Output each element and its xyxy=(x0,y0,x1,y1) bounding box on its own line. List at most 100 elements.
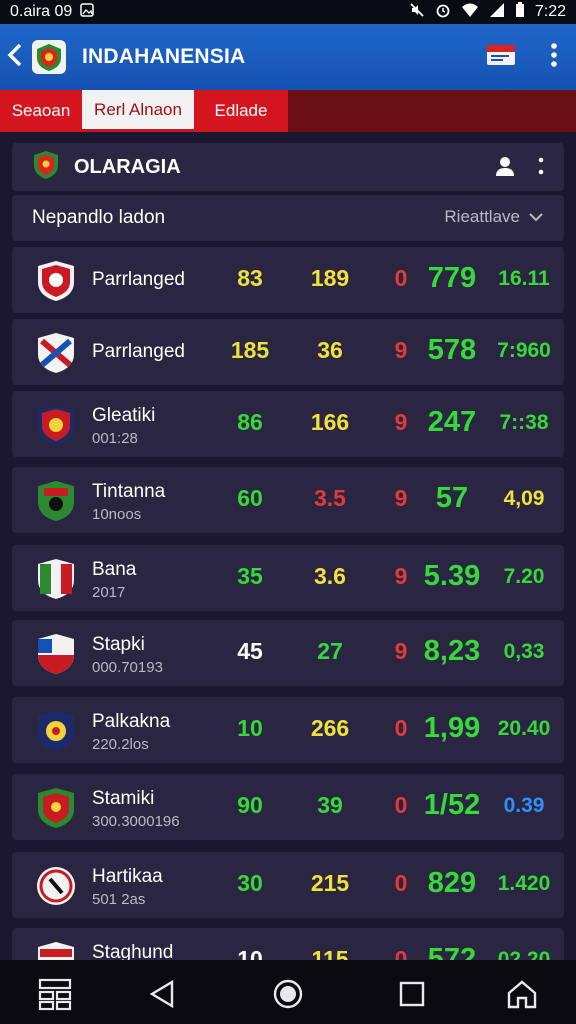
stat-1: 86 xyxy=(237,409,263,435)
stat-1: 30 xyxy=(237,870,263,896)
team-name: Tintanna xyxy=(92,481,166,502)
wifi-icon xyxy=(461,2,479,23)
team-subtext: 10noos xyxy=(92,506,142,523)
team-name: Stapki xyxy=(92,634,145,655)
stat-5: 16.11 xyxy=(498,267,550,290)
more-vertical-icon[interactable] xyxy=(550,42,558,73)
filter-bar: Nepandlo ladon Rieattlave xyxy=(12,195,564,241)
stat-1: 60 xyxy=(237,485,263,511)
stat-3: 0 xyxy=(394,792,408,818)
signal-icon xyxy=(489,2,505,23)
team-badge-icon xyxy=(36,787,76,829)
team-badge-icon xyxy=(36,332,76,374)
league-more-icon[interactable] xyxy=(538,156,544,181)
image-icon xyxy=(80,2,95,22)
stat-5: 0,33 xyxy=(503,640,545,663)
table-row[interactable]: Hartikaa 501 2as 30 215 0 829 1.420 xyxy=(12,852,564,918)
bottom-navigation xyxy=(0,960,576,1024)
tab-season[interactable]: Seaoan xyxy=(0,90,82,132)
alarm-icon xyxy=(435,2,451,23)
team-badge-icon xyxy=(36,558,76,600)
tab-label: Edlade xyxy=(214,101,268,120)
table-row[interactable]: Parrlanged 83 189 0 779 16.11 xyxy=(12,247,564,313)
stat-3: 0 xyxy=(394,265,408,291)
stat-1: 10 xyxy=(237,715,263,741)
table-row[interactable]: Stamiki 300.3000196 90 39 0 1/52 0.39 xyxy=(12,774,564,840)
team-badge-icon xyxy=(36,404,76,446)
team-crest-icon xyxy=(32,40,66,74)
stat-3: 9 xyxy=(394,485,408,511)
team-badge-icon xyxy=(36,480,76,522)
back-icon[interactable] xyxy=(6,41,28,74)
battery-icon xyxy=(515,1,525,23)
stat-2: 3.6 xyxy=(314,563,346,589)
tab-label: Rerl Alnaon xyxy=(94,99,182,119)
team-name: Palkakna xyxy=(92,711,171,732)
stat-3: 9 xyxy=(394,337,408,363)
app-bar: INDAHANENSIA xyxy=(0,24,576,90)
table-row[interactable]: Tintanna 10noos 60 3.5 9 57 4,09 xyxy=(12,467,564,533)
stat-5: 20.40 xyxy=(497,717,551,740)
stat-1: 90 xyxy=(237,792,263,818)
team-name: Hartikaa xyxy=(92,866,163,887)
flag-icon[interactable] xyxy=(486,43,516,72)
tab-label: Seaoan xyxy=(11,101,71,120)
stat-4: 57 xyxy=(435,482,469,514)
back-triangle-icon[interactable] xyxy=(142,974,182,1014)
stat-5: 4,09 xyxy=(503,487,545,510)
table-row[interactable]: Gleatiki 001:28 86 166 9 247 7::38 xyxy=(12,391,564,457)
stat-2: 266 xyxy=(310,715,350,741)
tab-edlade[interactable]: Edlade xyxy=(194,90,288,132)
stat-3: 0 xyxy=(394,715,408,741)
chevron-down-icon xyxy=(528,207,544,227)
stat-4: 1/52 xyxy=(423,789,481,821)
stat-4: 5.39 xyxy=(423,560,481,592)
stat-5: 1.420 xyxy=(497,872,551,895)
house-icon[interactable] xyxy=(502,974,542,1014)
team-subtext: 501 2as xyxy=(92,891,146,908)
stat-1: 45 xyxy=(237,638,263,664)
team-subtext: 000.70193 xyxy=(92,659,163,676)
tab-selected[interactable]: Rerl Alnaon xyxy=(82,90,194,132)
team-name: Parrlanged xyxy=(92,341,185,362)
team-subtext: 001:28 xyxy=(92,430,138,447)
league-crest-icon xyxy=(32,150,60,185)
league-title: OLARAGIA xyxy=(74,155,181,178)
stat-4: 779 xyxy=(427,262,477,294)
stat-4: 578 xyxy=(427,334,477,366)
stat-2: 166 xyxy=(310,409,350,435)
status-time: 7:22 xyxy=(534,3,566,20)
table-row[interactable]: Parrlanged 185 36 9 578 7:960 xyxy=(12,319,564,385)
team-name: Parrlanged xyxy=(92,269,185,290)
stat-5: 0.39 xyxy=(503,794,545,817)
stat-2: 36 xyxy=(317,337,343,363)
team-name: Bana xyxy=(92,559,137,580)
recents-square-icon[interactable] xyxy=(392,974,432,1014)
home-circle-icon[interactable] xyxy=(268,974,308,1014)
stat-1: 83 xyxy=(237,265,263,291)
stat-2: 3.5 xyxy=(314,485,346,511)
app-title: INDAHANENSIA xyxy=(82,45,246,68)
sort-dropdown[interactable]: Rieattlave xyxy=(444,207,544,227)
user-icon[interactable] xyxy=(494,155,516,182)
team-name: Gleatiki xyxy=(92,405,156,426)
stat-2: 39 xyxy=(317,792,343,818)
stat-4: 829 xyxy=(427,867,477,899)
league-header: OLARAGIA xyxy=(12,143,564,191)
table-row[interactable]: Stapki 000.70193 45 27 9 8,23 0,33 xyxy=(12,620,564,686)
table-row[interactable]: Bana 2017 35 3.6 9 5.39 7.20 xyxy=(12,545,564,611)
stat-4: 8,23 xyxy=(423,635,481,667)
status-bar: 0.aira 09 7:22 xyxy=(0,0,576,24)
stat-5: 7:960 xyxy=(497,339,551,362)
stat-3: 0 xyxy=(394,870,408,896)
tab-bar: Seaoan Rerl Alnaon Edlade xyxy=(0,90,576,132)
stat-4: 247 xyxy=(427,406,477,438)
status-left-text: 0.aira 09 xyxy=(10,3,73,20)
grid-icon[interactable] xyxy=(35,974,75,1014)
stat-2: 27 xyxy=(317,638,343,664)
stat-2: 215 xyxy=(310,870,350,896)
team-badge-icon xyxy=(36,710,76,752)
team-badge-icon xyxy=(36,260,76,302)
stat-5: 7::38 xyxy=(499,411,549,434)
table-row[interactable]: Palkakna 220.2los 10 266 0 1,99 20.40 xyxy=(12,697,564,763)
